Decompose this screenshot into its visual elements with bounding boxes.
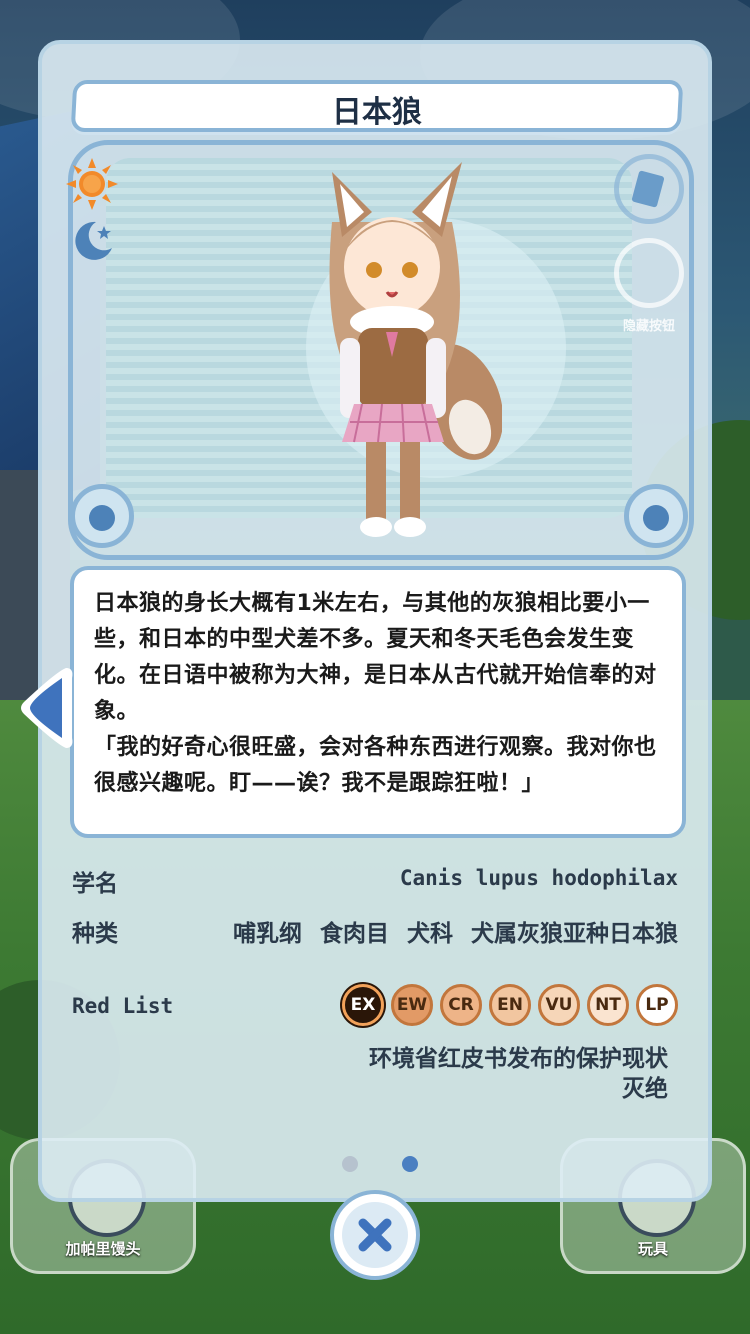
title-banner: 日本狼 [70, 80, 684, 132]
red-list-badge: EN [489, 984, 531, 1026]
red-list-badge: LP [636, 984, 678, 1026]
scientific-name-label: 学名 [72, 871, 118, 897]
page-dot-active[interactable] [402, 1156, 418, 1172]
sun-icon[interactable] [64, 156, 120, 212]
japanese-wolf-character [329, 162, 502, 537]
classification-value: 哺乳纲 食肉目 犬科 犬属灰狼亚种日本狼 [232, 921, 678, 947]
friend-profile-card: 隐藏按钮 日本狼 日本狼的身长大概有1米左右，与其他的灰狼相比要小一些，和日本的… [38, 40, 712, 1202]
page-dot[interactable] [342, 1156, 358, 1172]
corner-emblem-right [624, 484, 688, 548]
corner-emblem-left [70, 484, 134, 548]
scientific-name-value: Canis lupus hodophilax [399, 866, 678, 890]
status-caption: 环境省红皮书发布的保护现状 [369, 1046, 668, 1072]
page-indicator [342, 1156, 418, 1172]
japari-bun-label: 加帕里馒头 [65, 1240, 141, 1258]
moon-icon[interactable] [70, 218, 116, 264]
status-value: 灭绝 [622, 1076, 668, 1102]
character-name: 日本狼 [331, 95, 422, 130]
conservation-status: 环境省红皮书发布的保护现状 灭绝 [369, 1044, 668, 1104]
red-list-label: Red List [72, 994, 174, 1018]
camera-mode-icon[interactable] [614, 154, 684, 224]
close-icon [342, 1202, 408, 1268]
toy-label: 玩具 [637, 1240, 668, 1258]
red-list-badge: EX [342, 984, 384, 1026]
classification-label: 种类 [72, 921, 118, 947]
hide-button-icon[interactable]: 隐藏按钮 [614, 238, 684, 334]
red-list-badges: EX EW CR EN VU NT LP [342, 984, 678, 1026]
red-list-badge: VU [538, 984, 580, 1026]
red-list-badge: NT [587, 984, 629, 1026]
red-list-badge: CR [440, 984, 482, 1026]
hide-button-label: 隐藏按钮 [622, 319, 675, 334]
red-list-badge: EW [391, 984, 433, 1026]
description-box[interactable]: 日本狼的身长大概有1米左右，与其他的灰狼相比要小一些，和日本的中型犬差不多。夏天… [70, 566, 686, 838]
description-quote: 「我的好奇心很旺盛，会对各种东西进行观察。我对你也很感兴趣呢。盯——诶？我不是跟… [94, 735, 657, 796]
description-text: 日本狼的身长大概有1米左右，与其他的灰狼相比要小一些，和日本的中型犬差不多。夏天… [94, 591, 657, 724]
close-button[interactable] [330, 1190, 420, 1280]
prev-arrow-icon[interactable] [16, 664, 74, 752]
